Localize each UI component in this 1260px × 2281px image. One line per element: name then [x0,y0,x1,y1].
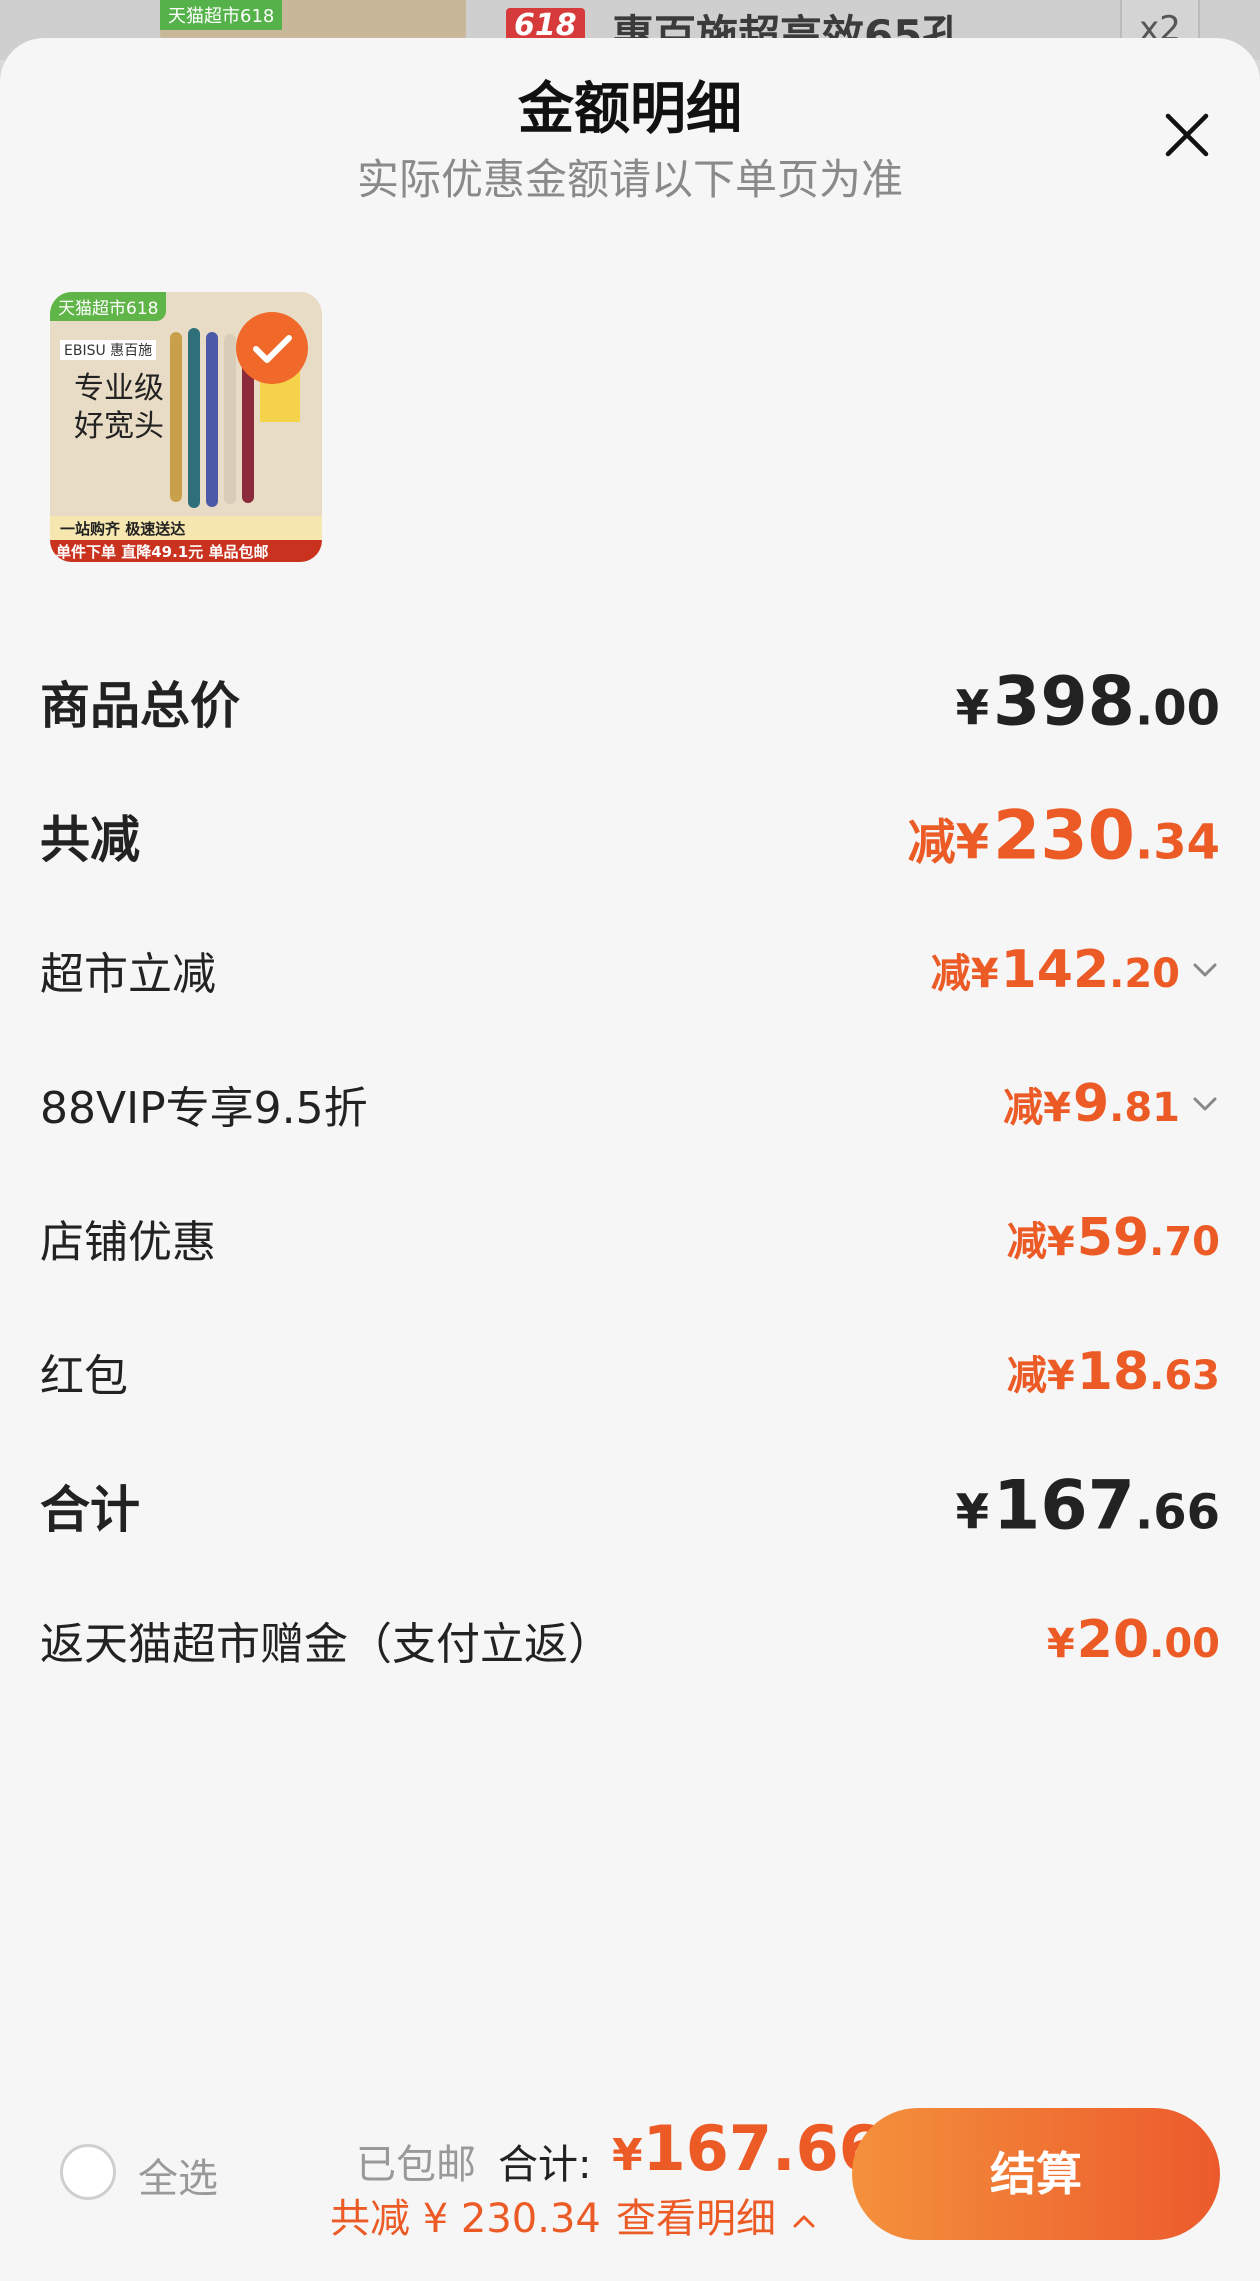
select-all-radio[interactable] [60,2144,116,2200]
subtotal-prefix: ¥ [955,680,990,737]
row-redpacket: 红包 减¥ 18 .63 [40,1332,1220,1412]
subtotal-label: 商品总价 [40,677,240,735]
row-supermarket-discount[interactable]: 超市立减 减¥ 142 .20 [40,930,1220,1010]
vip-discount-amount[interactable]: 减¥ 9 .81 [1003,1074,1220,1134]
supermarket-discount-label: 超市立减 [40,949,216,1000]
total-discount-int: 230 [993,796,1135,876]
redpacket-amount: 减¥ 18 .63 [1007,1342,1220,1402]
row-total: 合计 ¥ 167 .66 [40,1466,1220,1546]
total-amount: ¥ 167 .66 [956,1467,1220,1546]
view-detail-label: 查看明细 [616,2196,776,2242]
select-all-label[interactable]: 全选 [138,2146,218,2204]
chevron-down-icon[interactable] [1190,1089,1220,1119]
product-thumbnail[interactable]: 天猫超市618 EBISU 惠百施 专业级 好宽头 一站购齐 极速送达 单件下单… [50,292,322,562]
chevron-up-icon [793,2215,815,2228]
vip-discount-label: 88VIP专享9.5折 [40,1083,368,1134]
thumb-promo-line-2: 单件下单 直降49.1元 单品包邮 [50,540,322,562]
rebate-dec: .00 [1149,1621,1220,1667]
total-label: 合计 [40,1481,140,1539]
view-detail-link[interactable]: 查看明细 [616,2186,819,2244]
sheet-title: 金额明细 [518,77,742,142]
subtotal-amount: ¥ 398 .00 [956,663,1220,742]
rebate-int: 20 [1076,1610,1150,1670]
redpacket-label: 红包 [40,1351,128,1402]
redpacket-dec: .63 [1149,1353,1220,1399]
store-discount-amount: 减¥ 59 .70 [1007,1208,1220,1268]
row-total-discount: 共减 减¥ 230 .34 [40,796,1220,876]
vip-dec: .81 [1109,1085,1180,1131]
thumb-promo-line-1: 一站购齐 极速送达 [50,516,322,541]
bottom-saved-text: 共减 ¥ 230.34 [330,2196,601,2242]
total-discount-dec: .34 [1134,814,1220,871]
supermarket-discount-amount[interactable]: 减¥ 142 .20 [931,940,1220,1000]
close-button[interactable] [1160,108,1214,162]
sheet-subtitle: 实际优惠金额请以下单页为准 [356,155,903,204]
supermarket-int: 142 [1000,940,1110,1000]
store-dec: .70 [1149,1219,1220,1265]
bottom-total-prefix: ¥ [612,2130,643,2181]
close-icon [1165,113,1209,157]
row-rebate: 返天猫超市赠金（支付立返） ¥ 20 .00 [40,1600,1220,1680]
row-store-discount: 店铺优惠 减¥ 59 .70 [40,1198,1220,1278]
row-vip-discount[interactable]: 88VIP专享9.5折 减¥ 9 .81 [40,1064,1220,1144]
total-prefix: ¥ [955,1484,990,1541]
vip-prefix: 减¥ [1003,1085,1071,1131]
total-dec: .66 [1134,1484,1220,1541]
total-discount-label: 共减 [40,811,140,869]
subtotal-int: 398 [993,662,1135,742]
vip-int: 9 [1072,1074,1110,1134]
rebate-amount: ¥ 20 .00 [1047,1610,1220,1670]
total-int: 167 [993,1466,1135,1546]
check-icon [253,335,292,363]
store-prefix: 减¥ [1006,1219,1075,1265]
row-subtotal: 商品总价 ¥ 398 .00 [40,662,1220,742]
checkout-button[interactable]: 结算 [852,2108,1220,2240]
bottom-total-label: 合计: [498,2142,592,2188]
background-thumb-tag: 天猫超市618 [160,0,283,30]
chevron-down-icon[interactable] [1190,955,1220,985]
supermarket-prefix: 减¥ [930,951,999,997]
rebate-prefix: ¥ [1046,1621,1075,1667]
free-shipping-label: 已包邮 [356,2142,476,2188]
total-discount-amount: 减¥ 230 .34 [908,797,1220,876]
supermarket-dec: .20 [1109,951,1180,997]
subtotal-dec: .00 [1134,680,1220,737]
bottom-total-amount: ¥167.66 [612,2112,882,2185]
bottom-total-value: 167.66 [642,2112,882,2185]
store-int: 59 [1076,1208,1150,1268]
total-discount-prefix: 减¥ [907,814,990,871]
redpacket-prefix: 减¥ [1006,1353,1075,1399]
redpacket-int: 18 [1076,1342,1150,1402]
rebate-label: 返天猫超市赠金（支付立返） [40,1619,612,1670]
store-discount-label: 店铺优惠 [40,1217,216,1268]
selected-check-badge [236,312,308,384]
